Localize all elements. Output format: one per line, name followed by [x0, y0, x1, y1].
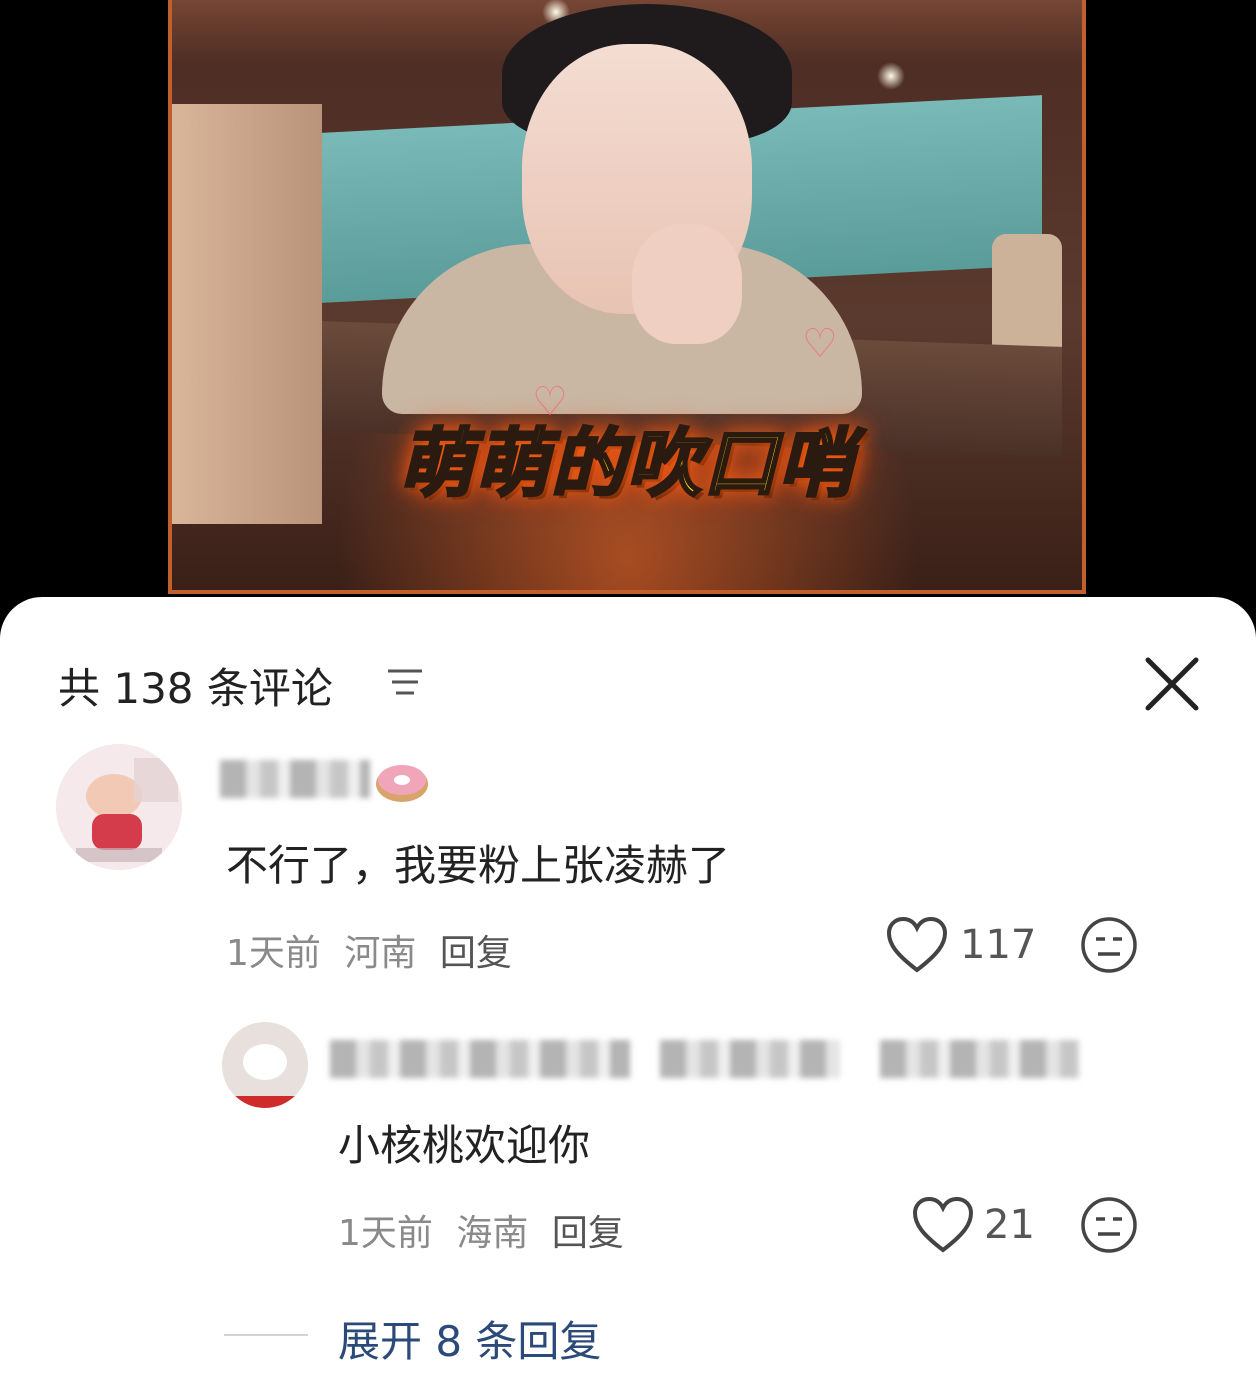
comment-count-title: 共 138 条评论	[58, 664, 333, 713]
avatar[interactable]	[222, 1022, 308, 1108]
video-frame: ♡ ♡ 萌萌的吹口哨	[168, 0, 1086, 594]
pig-avatar-image	[56, 744, 182, 870]
username-blurred	[880, 1040, 1080, 1078]
reply-button[interactable]: 回复	[552, 1213, 624, 1254]
comment-location: 河南	[344, 933, 417, 974]
neutral-face-icon[interactable]	[1080, 916, 1138, 974]
username-blurred[interactable]	[330, 1040, 630, 1078]
username-blurred	[660, 1040, 840, 1078]
expand-divider	[224, 1334, 308, 1336]
heart-like-icon[interactable]	[886, 916, 948, 974]
reply-button[interactable]: 回复	[440, 933, 512, 974]
neutral-face-icon[interactable]	[1080, 1196, 1138, 1254]
video-caption: 萌萌的吹口哨	[398, 420, 855, 509]
comment-time: 1天前	[226, 933, 321, 974]
sort-lines-icon[interactable]	[386, 666, 424, 698]
reply-text: 小核桃欢迎你	[338, 1121, 591, 1170]
reply-avatar-image	[222, 1022, 308, 1108]
reply-meta: 1天前 海南 回复	[338, 1204, 624, 1256]
person-hand	[632, 224, 742, 344]
username-blurred[interactable]	[220, 760, 370, 798]
donut-emoji-icon	[376, 765, 428, 802]
reply-location: 海南	[456, 1213, 529, 1254]
comment-text: 不行了，我要粉上张凌赫了	[226, 841, 731, 890]
comment-meta: 1天前 河南 回复	[226, 924, 512, 976]
close-x-icon[interactable]	[1140, 652, 1204, 716]
avatar[interactable]	[56, 744, 182, 870]
heart-like-icon[interactable]	[912, 1196, 974, 1254]
expand-replies-button[interactable]: 展开 8 条回复	[338, 1308, 601, 1369]
video-player[interactable]: ♡ ♡ 萌萌的吹口哨	[0, 0, 1256, 640]
reply-time: 1天前	[338, 1213, 433, 1254]
like-count: 117	[960, 922, 1037, 968]
heart-sticker-icon: ♡	[802, 321, 838, 367]
like-count: 21	[984, 1202, 1035, 1248]
background-lamp	[877, 62, 905, 90]
